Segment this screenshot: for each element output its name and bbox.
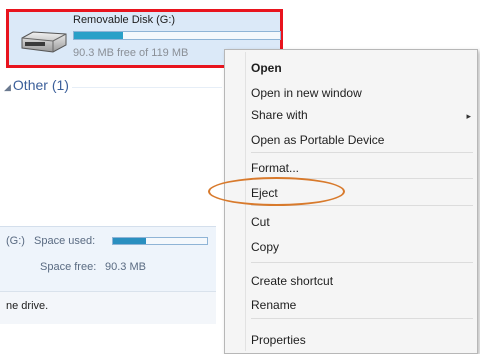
menu-separator bbox=[251, 318, 473, 319]
drive-title: Removable Disk (G:) bbox=[73, 14, 176, 26]
menu-item-create-shortcut[interactable]: Create shortcut bbox=[251, 274, 333, 288]
section-label: Other (1) bbox=[12, 77, 69, 93]
menu-item-copy[interactable]: Copy bbox=[251, 240, 279, 254]
space-used-label: Space used: bbox=[34, 235, 96, 247]
menu-item-rename[interactable]: Rename bbox=[251, 298, 296, 312]
capacity-bar bbox=[73, 31, 281, 40]
menu-item-open[interactable]: Open bbox=[251, 61, 282, 75]
space-free-value: 90.3 MB bbox=[105, 261, 146, 273]
space-used-bar-fill bbox=[113, 238, 146, 244]
removable-drive-icon bbox=[21, 31, 67, 53]
space-used-bar bbox=[112, 237, 208, 245]
status-bar: ne drive. bbox=[0, 291, 216, 324]
drive-free-space: 90.3 MB free of 119 MB bbox=[73, 47, 189, 59]
eject-highlight-circle bbox=[208, 177, 345, 206]
menu-item-cut[interactable]: Cut bbox=[251, 215, 270, 229]
collapse-arrow-icon[interactable]: ◢ bbox=[4, 82, 11, 92]
details-drive-letter: (G:) bbox=[6, 235, 25, 247]
menu-item-share-with-label: Share with bbox=[251, 108, 308, 122]
menu-separator bbox=[251, 262, 473, 263]
menu-item-share-with[interactable]: Share with bbox=[251, 108, 308, 122]
space-free-label: Space free: bbox=[40, 261, 97, 273]
section-divider bbox=[72, 87, 222, 88]
menu-item-open-in-new-window[interactable]: Open in new window bbox=[251, 86, 362, 100]
submenu-arrow-icon: ▸ bbox=[466, 111, 471, 121]
capacity-bar-fill bbox=[74, 32, 124, 39]
menu-item-properties[interactable]: Properties bbox=[251, 333, 306, 347]
menu-item-open-as-portable-device[interactable]: Open as Portable Device bbox=[251, 133, 384, 147]
details-pane: (G:) Space used: Space free: 90.3 MB bbox=[0, 226, 216, 292]
status-text: ne drive. bbox=[6, 300, 49, 312]
menu-separator bbox=[251, 152, 473, 153]
section-header-other[interactable]: ◢ Other (1) bbox=[4, 77, 69, 93]
menu-item-format[interactable]: Format... bbox=[251, 161, 299, 175]
